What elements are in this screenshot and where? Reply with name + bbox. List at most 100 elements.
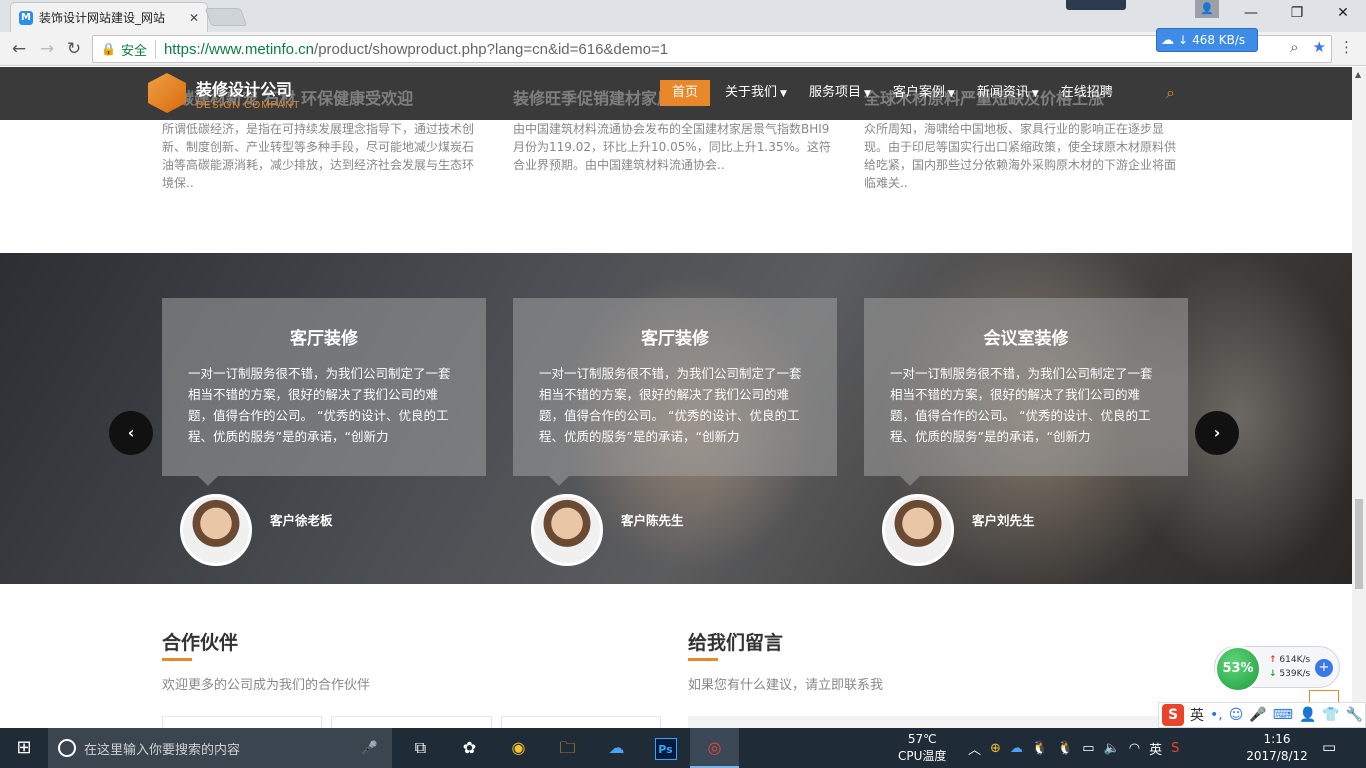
pinwheel-app-icon[interactable]: ✿ [445, 728, 494, 768]
cpu-usage-ball[interactable]: 53% [1215, 646, 1261, 692]
show-hidden-icons-chevron-icon[interactable]: ︿ [968, 739, 981, 758]
news-excerpt: 众所周知，海啸给中国地板、家具行业的影响正在逐步显现。由于印尼等国实行出口紧缩政… [864, 122, 1177, 190]
wifi-icon[interactable]: ◠ [1129, 741, 1140, 756]
mic-icon[interactable]: 🎤 [362, 741, 378, 756]
bookmark-star-icon[interactable]: ★ [1313, 38, 1326, 56]
client-info: 客户徐老板 [180, 494, 333, 566]
volume-icon[interactable]: 🔈 [1104, 741, 1120, 756]
card-pointer [549, 476, 569, 486]
net-speed-widget[interactable]: ☁ ↓ 468 KB/s [1156, 28, 1258, 52]
message-form[interactable] [688, 716, 1186, 728]
window-close-icon[interactable]: ✕ [1320, 0, 1366, 28]
news-excerpt: 所谓低碳经济，是指在可持续发展理念指导下，通过技术创新、制度创新、产业转型等多种… [162, 122, 475, 190]
chrome-icon[interactable]: ◎ [690, 728, 739, 768]
photoshop-icon[interactable]: Ps [641, 728, 690, 768]
search-icon[interactable]: ⌕ [1166, 83, 1175, 103]
system-clock[interactable]: 1:16 2017/8/12 [1244, 731, 1310, 765]
baidu-tray-icon[interactable]: ☁ [1010, 741, 1023, 756]
back-arrow-icon[interactable]: ← [8, 38, 30, 60]
page-scrollbar[interactable]: ▲ [1352, 67, 1366, 728]
tab-title: 装饰设计网站建设_网站 [39, 11, 166, 25]
plus-app-icon[interactable]: ⊕ [990, 741, 1001, 756]
address-bar[interactable]: 🔒 安全 https://www.metinfo.cn/product/show… [92, 35, 1332, 63]
partner-logo-box[interactable] [501, 716, 661, 728]
taskbar-search-input[interactable]: 在这里输入你要搜索的内容 🎤 [48, 728, 392, 768]
nav-cases[interactable]: 客户案例 ▼ [882, 80, 966, 106]
nav-label: 服务项目 [808, 85, 861, 100]
logo-title: 装修设计公司 [196, 79, 293, 99]
file-explorer-icon[interactable]: 🗀 [543, 728, 592, 768]
colorful-app-icon[interactable]: ◉ [494, 728, 543, 768]
reload-icon[interactable]: ↻ [63, 38, 85, 60]
logo-subtitle: DESIGN COMPANT [196, 99, 301, 111]
tab-close-icon[interactable]: ✕ [189, 11, 199, 25]
system-tray: ︿ ⊕ ☁ 🐧 🐧 ▭ 🔈 ◠ 英 S [968, 728, 1179, 768]
emoji-icon[interactable]: ☺ [1229, 707, 1244, 723]
download-arrow-icon: ↓ [1178, 33, 1189, 47]
partner-logo-box[interactable] [162, 716, 322, 728]
voice-icon[interactable]: 🎤 [1249, 707, 1266, 723]
punctuation-icon[interactable]: •, [1210, 707, 1223, 723]
site-favicon-icon: M [19, 10, 33, 25]
chrome-menu-icon[interactable]: ⋮ [1339, 38, 1354, 56]
user-icon[interactable]: 👤 [1299, 707, 1316, 723]
windows-taskbar: ⊞ 在这里输入你要搜索的内容 🎤 ⧉ ✿ ◉ 🗀 ☁ Ps ◎ 57℃ CPU温… [0, 728, 1366, 768]
taskbar-search-placeholder: 在这里输入你要搜索的内容 [84, 742, 241, 758]
profile-icon[interactable]: 👤 [1195, 0, 1219, 18]
carousel-prev-chevron-icon[interactable]: ‹ [109, 411, 153, 455]
restore-icon[interactable]: ❐ [1274, 0, 1320, 28]
card-pointer [900, 476, 920, 486]
url-text[interactable]: https://www.metinfo.cn/product/showprodu… [164, 41, 668, 58]
scrollbar-thumb[interactable] [1355, 499, 1363, 589]
task-view-icon[interactable]: ⧉ [396, 728, 445, 768]
clock-time: 1:16 [1263, 732, 1291, 746]
partner-logo-box[interactable] [331, 716, 492, 728]
add-icon[interactable]: + [1315, 659, 1333, 677]
upload-speed: ↑ 614K/s [1269, 655, 1310, 665]
nav-news[interactable]: 新闻资讯 ▼ [966, 80, 1050, 106]
ime-language[interactable]: 英 [1190, 705, 1204, 725]
tools-icon[interactable]: 🔧 [1346, 707, 1363, 723]
cpu-temp-widget[interactable]: 57℃ CPU温度 [898, 731, 946, 765]
client-info: 客户刘先生 [882, 494, 1035, 566]
new-tab-button[interactable] [204, 8, 248, 26]
news-excerpt: 由中国建筑材料流通协会发布的全国建材家居景气指数BHI9月份为119.02，环比… [513, 122, 831, 172]
windows-start-icon[interactable]: ⊞ [0, 728, 48, 768]
logo-cube-icon [148, 73, 186, 113]
nav-services[interactable]: 服务项目 ▼ [798, 80, 882, 106]
skin-icon[interactable]: 👕 [1322, 707, 1339, 723]
qq-icon[interactable]: 🐧 [1032, 741, 1048, 756]
cortana-icon [58, 739, 76, 757]
lock-icon: 🔒 [101, 42, 116, 56]
nav-label: 客户案例 [892, 85, 945, 100]
nav-home[interactable]: 首页 [660, 80, 711, 106]
net-speed-value: 468 KB/s [1192, 33, 1246, 47]
battery-icon[interactable]: ▭ [1082, 741, 1094, 756]
testimonial-title: 会议室装修 [983, 329, 1069, 349]
carousel-next-chevron-icon[interactable]: › [1195, 411, 1239, 455]
nav-about[interactable]: 关于我们 ▼ [714, 80, 798, 106]
baidu-cloud-icon[interactable]: ☁ [592, 728, 641, 768]
qq-icon[interactable]: 🐧 [1057, 741, 1073, 756]
notification-icon[interactable]: ▭ [1322, 738, 1336, 756]
secure-label: 安全 [121, 39, 156, 59]
zoom-search-icon[interactable]: ⌕ [1290, 38, 1298, 56]
url-path: /product/showproduct.php?lang=cn&id=616&… [314, 40, 669, 58]
forward-arrow-icon[interactable]: → [36, 38, 58, 60]
nav-jobs[interactable]: 在线招聘 [1050, 80, 1124, 106]
input-language[interactable]: 英 [1149, 739, 1162, 758]
keyboard-icon[interactable]: ⌨ [1273, 707, 1293, 723]
testimonial-card: 会议室装修 一对一订制服务很不错，为我们公司制定了一套相当不错的方案，很好的解决… [864, 298, 1188, 486]
up-arrow-icon: ↑ [1269, 655, 1277, 665]
speed-ball-widget[interactable]: 53% ↑ 614K/s ↓ 539K/s + [1214, 646, 1340, 692]
minimize-icon[interactable]: — [1228, 0, 1274, 28]
upload-speed-value: 614K/s [1279, 655, 1311, 665]
site-logo[interactable]: 装修设计公司 DESIGN COMPANT [148, 73, 300, 113]
caret-down-icon: ▼ [780, 89, 787, 99]
browser-tab[interactable]: M 装饰设计网站建设_网站 ✕ [10, 2, 208, 32]
sogou-tray-icon[interactable]: S [1171, 741, 1179, 756]
card-pointer [198, 476, 218, 486]
scroll-up-icon[interactable]: ▲ [1355, 70, 1361, 79]
download-speed: ↓ 539K/s [1269, 669, 1310, 679]
sogou-s-icon[interactable]: S [1162, 704, 1184, 726]
